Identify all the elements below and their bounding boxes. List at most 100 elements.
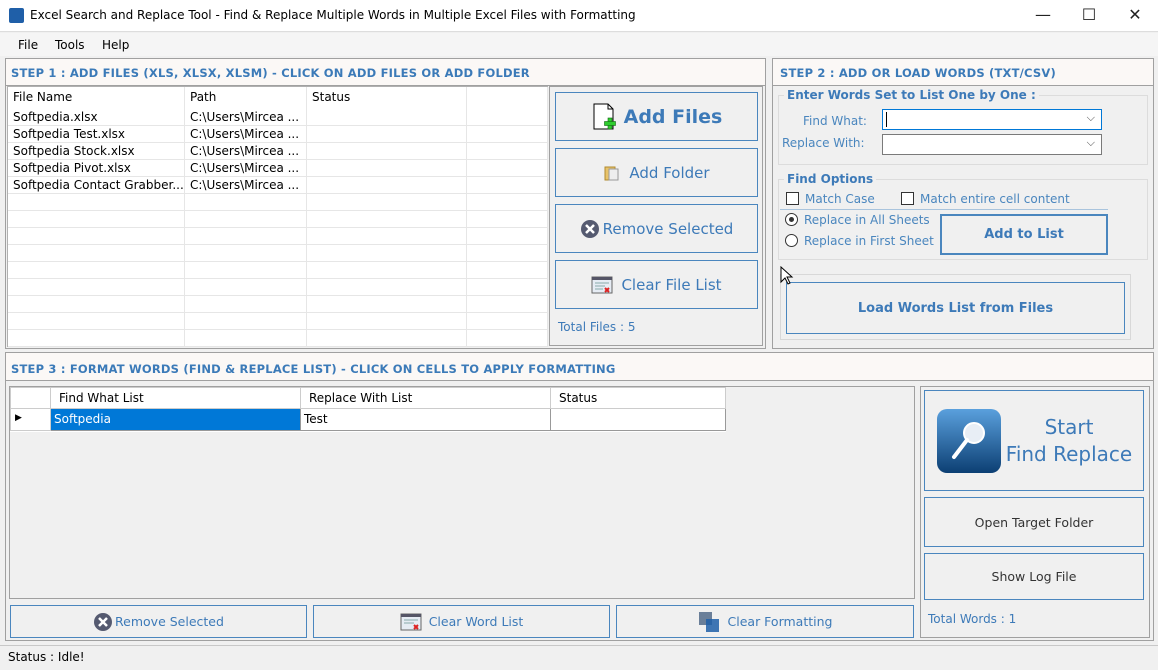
file-cell[interactable] — [307, 279, 467, 296]
chevron-down-icon[interactable]: ⌵ — [1087, 136, 1095, 150]
menu-help[interactable]: Help — [102, 38, 129, 52]
find-what-input[interactable]: ⌵ — [882, 109, 1102, 130]
file-cell[interactable] — [307, 245, 467, 262]
file-cell[interactable] — [8, 313, 185, 330]
word-cell[interactable]: Softpedia — [51, 409, 301, 431]
file-cell[interactable] — [467, 279, 548, 296]
chevron-down-icon[interactable]: ⌵ — [1087, 111, 1095, 125]
file-cell[interactable]: Softpedia Test.xlsx — [8, 126, 185, 143]
file-cell[interactable] — [307, 228, 467, 245]
replace-all-sheets-radio[interactable] — [785, 213, 798, 226]
clear-word-list-button[interactable]: Clear Word List — [313, 605, 610, 638]
file-cell[interactable] — [185, 228, 307, 245]
column-header[interactable]: Replace With List — [301, 387, 551, 409]
column-header[interactable]: Find What List — [51, 387, 301, 409]
file-cell[interactable] — [467, 109, 548, 126]
file-cell[interactable] — [467, 194, 548, 211]
file-cell[interactable] — [185, 194, 307, 211]
close-button[interactable]: ✕ — [1112, 0, 1158, 30]
match-case-label[interactable]: Match Case — [805, 192, 875, 206]
file-cell[interactable] — [185, 262, 307, 279]
word-cell[interactable]: Test — [301, 409, 551, 431]
file-cell[interactable] — [8, 194, 185, 211]
start-find-replace-button[interactable]: Start Find Replace — [924, 390, 1144, 491]
maximize-button[interactable]: ☐ — [1066, 0, 1112, 30]
add-folder-button[interactable]: Add Folder — [555, 148, 758, 197]
column-header[interactable]: Status — [551, 387, 726, 409]
file-list-grid[interactable]: File Name Path Status Softpedia.xlsx C:\User… — [7, 86, 548, 347]
file-cell[interactable] — [467, 245, 548, 262]
remove-selected-words-button[interactable]: Remove Selected — [10, 605, 307, 638]
match-entire-label[interactable]: Match entire cell content — [920, 192, 1070, 206]
menu-tools[interactable]: Tools — [55, 38, 85, 52]
file-cell[interactable] — [467, 160, 548, 177]
file-cell[interactable] — [307, 143, 467, 160]
replace-first-sheet-label[interactable]: Replace in First Sheet — [804, 234, 934, 248]
step2-header: STEP 2 : ADD OR LOAD WORDS (TXT/CSV) — [773, 59, 1153, 86]
file-cell[interactable] — [307, 160, 467, 177]
file-cell[interactable]: Softpedia Pivot.xlsx — [8, 160, 185, 177]
file-cell[interactable]: Softpedia.xlsx — [8, 109, 185, 126]
word-cell[interactable] — [551, 409, 726, 431]
file-cell[interactable] — [185, 296, 307, 313]
add-files-button[interactable]: Add Files — [555, 92, 758, 141]
replace-all-sheets-label[interactable]: Replace in All Sheets — [804, 213, 930, 227]
load-words-button[interactable]: Load Words List from Files — [786, 282, 1125, 334]
word-list-grid[interactable]: Find What List Replace With List Status ▶ So… — [9, 386, 915, 599]
add-to-list-button[interactable]: Add to List — [940, 214, 1108, 255]
column-header[interactable]: Status — [307, 87, 467, 109]
file-cell[interactable] — [8, 330, 185, 347]
file-cell[interactable] — [307, 296, 467, 313]
column-header[interactable]: Path — [185, 87, 307, 109]
file-cell[interactable] — [307, 126, 467, 143]
file-cell[interactable] — [8, 245, 185, 262]
file-cell[interactable] — [467, 126, 548, 143]
file-cell[interactable] — [307, 177, 467, 194]
file-cell[interactable] — [467, 330, 548, 347]
file-cell[interactable]: Softpedia Stock.xlsx — [8, 143, 185, 160]
file-cell[interactable]: C:\Users\Mircea ... — [185, 109, 307, 126]
open-target-folder-button[interactable]: Open Target Folder — [924, 497, 1144, 547]
file-cell[interactable] — [467, 262, 548, 279]
remove-selected-files-button[interactable]: Remove Selected — [555, 204, 758, 253]
file-cell[interactable] — [307, 211, 467, 228]
file-cell[interactable] — [8, 228, 185, 245]
file-cell[interactable] — [185, 211, 307, 228]
match-entire-checkbox[interactable] — [901, 192, 914, 205]
row-selector-arrow-icon[interactable]: ▶ — [10, 409, 51, 431]
file-cell[interactable] — [185, 330, 307, 347]
file-cell[interactable] — [467, 211, 548, 228]
file-cell[interactable] — [185, 279, 307, 296]
file-cell[interactable] — [8, 279, 185, 296]
file-cell[interactable] — [185, 313, 307, 330]
replace-with-input[interactable]: ⌵ — [882, 134, 1102, 155]
column-header[interactable]: File Name — [8, 87, 185, 109]
clear-formatting-button[interactable]: Clear Formatting — [616, 605, 914, 638]
file-cell[interactable]: C:\Users\Mircea ... — [185, 160, 307, 177]
replace-first-sheet-radio[interactable] — [785, 234, 798, 247]
minimize-button[interactable]: — — [1020, 0, 1066, 30]
file-cell[interactable] — [467, 177, 548, 194]
menu-file[interactable]: File — [18, 38, 38, 52]
file-cell[interactable]: Softpedia Contact Grabber.... — [8, 177, 185, 194]
clear-file-list-button[interactable]: Clear File List — [555, 260, 758, 309]
file-cell[interactable] — [8, 211, 185, 228]
file-cell[interactable] — [467, 296, 548, 313]
file-cell[interactable] — [185, 245, 307, 262]
match-case-checkbox[interactable] — [786, 192, 799, 205]
file-cell[interactable] — [467, 143, 548, 160]
file-cell[interactable] — [307, 330, 467, 347]
file-cell[interactable] — [307, 313, 467, 330]
file-cell[interactable] — [8, 262, 185, 279]
file-cell[interactable]: C:\Users\Mircea ... — [185, 177, 307, 194]
file-cell[interactable] — [307, 262, 467, 279]
show-log-file-button[interactable]: Show Log File — [924, 553, 1144, 600]
file-cell[interactable]: C:\Users\Mircea ... — [185, 143, 307, 160]
file-cell[interactable] — [307, 109, 467, 126]
file-cell[interactable] — [8, 296, 185, 313]
file-cell[interactable] — [467, 313, 548, 330]
file-cell[interactable] — [307, 194, 467, 211]
file-cell[interactable]: C:\Users\Mircea ... — [185, 126, 307, 143]
file-cell[interactable] — [467, 228, 548, 245]
start-label: Start Find Replace — [1005, 414, 1133, 466]
